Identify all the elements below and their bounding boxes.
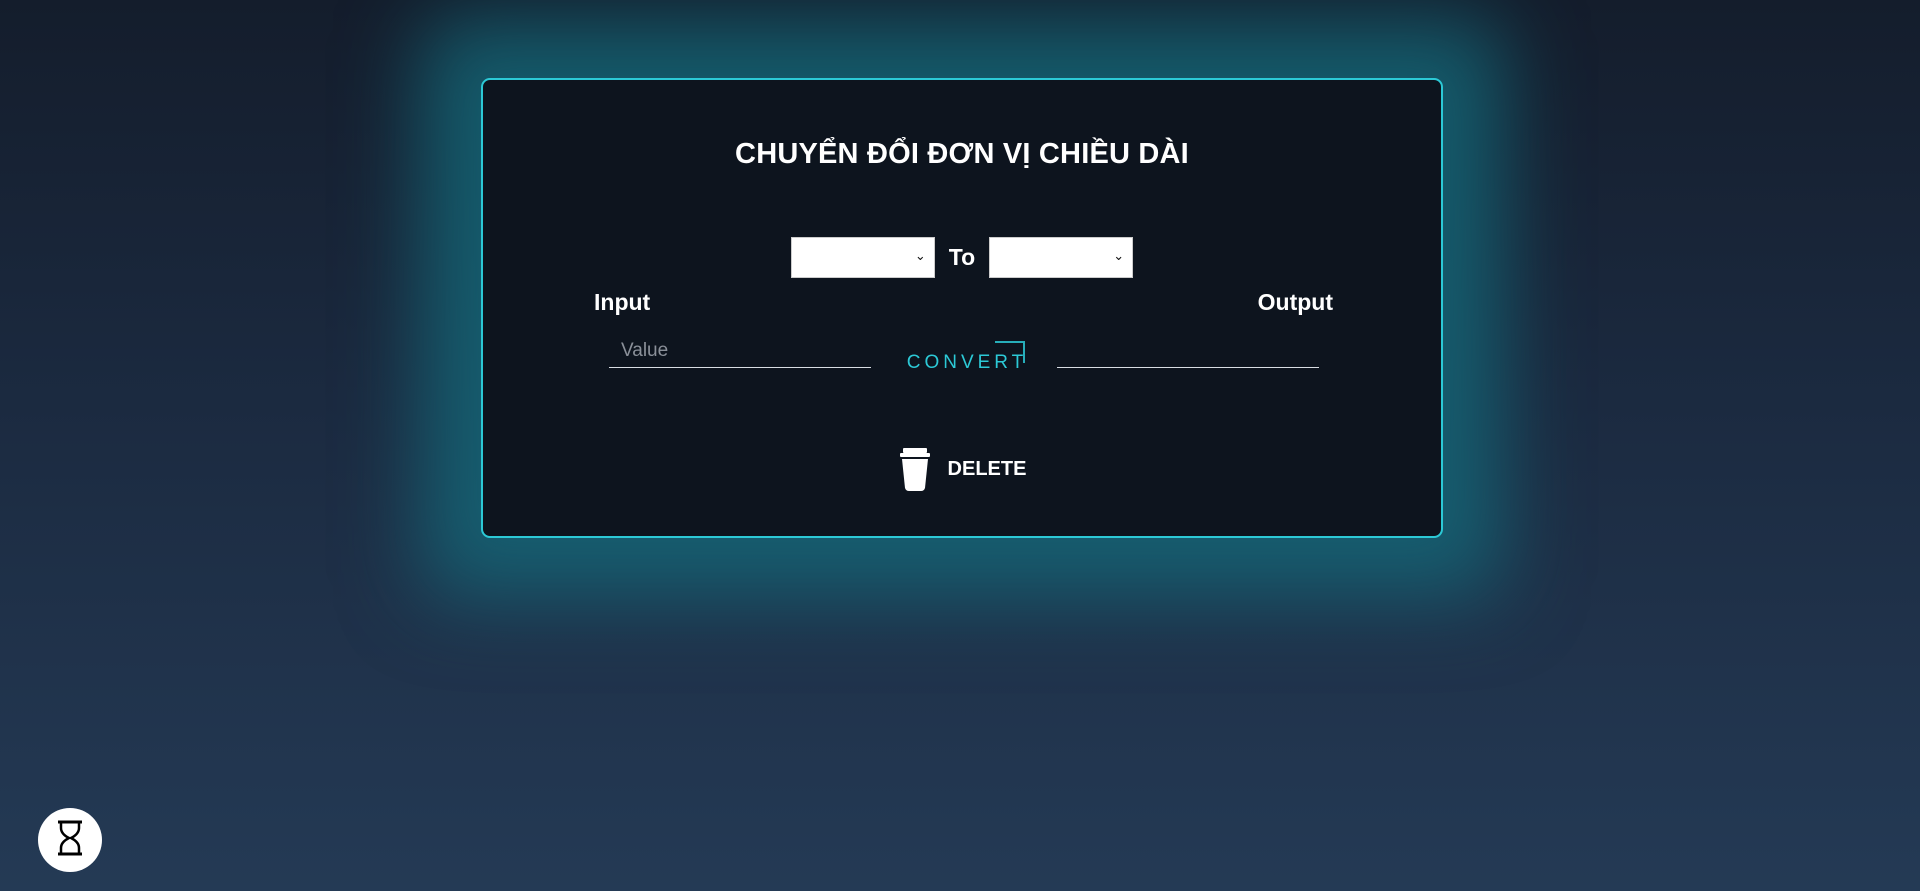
output-label: Output (1257, 289, 1333, 315)
chevron-down-icon: ⌄ (1113, 249, 1125, 264)
trash-icon (898, 446, 932, 492)
delete-button[interactable]: DELETE (483, 446, 1441, 492)
input-label: Input (594, 289, 651, 315)
convert-accent-decoration (995, 341, 1025, 363)
hourglass-icon (55, 820, 85, 861)
to-label: To (948, 244, 976, 270)
delete-label: DELETE (947, 457, 1027, 480)
converter-card: CHUYỂN ĐỔI ĐƠN VỊ CHIỀU DÀI ⌄ To ⌄ Input… (481, 78, 1443, 538)
page-title: CHUYỂN ĐỔI ĐƠN VỊ CHIỀU DÀI (735, 138, 1189, 170)
to-unit-select[interactable]: ⌄ (989, 237, 1134, 278)
floating-action-button[interactable] (38, 808, 102, 872)
convert-button[interactable]: CONVERT (897, 341, 1037, 378)
unit-selector-row: ⌄ To ⌄ (483, 237, 1441, 278)
from-unit-select[interactable]: ⌄ (790, 237, 935, 278)
output-field (1057, 367, 1319, 368)
value-input[interactable]: Value (609, 334, 871, 368)
chevron-down-icon: ⌄ (914, 249, 926, 264)
